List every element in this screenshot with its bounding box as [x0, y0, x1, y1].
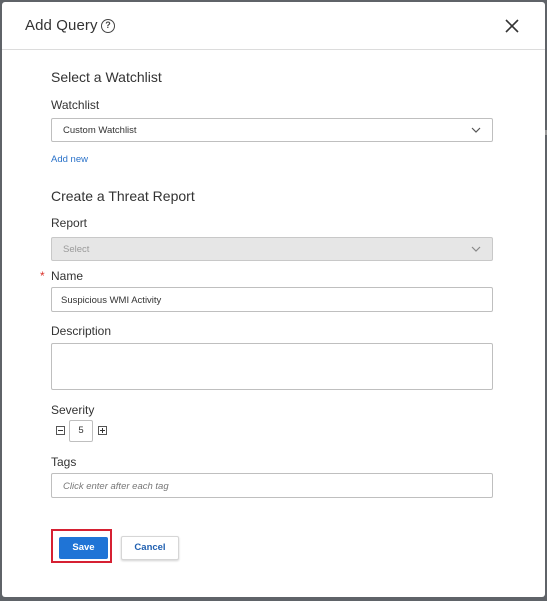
- help-circle-icon[interactable]: ?: [101, 19, 115, 33]
- add-new-watchlist-link[interactable]: Add new: [51, 154, 88, 165]
- watchlist-selected-value: Custom Watchlist: [63, 125, 137, 136]
- add-query-dialog: Add Query ? Select a Watchlist Watchlist…: [2, 2, 547, 597]
- name-label: Name: [51, 269, 84, 283]
- watchlist-select[interactable]: Custom Watchlist: [51, 118, 493, 142]
- threat-report-section-title: Create a Threat Report: [51, 188, 195, 204]
- watchlist-section-title: Select a Watchlist: [51, 69, 162, 85]
- report-select: Select: [51, 237, 493, 261]
- tags-label: Tags: [51, 455, 77, 469]
- name-input[interactable]: Suspicious WMI Activity: [51, 287, 493, 312]
- report-placeholder: Select: [63, 244, 90, 255]
- name-input-value: Suspicious WMI Activity: [61, 295, 162, 306]
- description-label: Description: [51, 324, 112, 338]
- plus-box-icon[interactable]: [98, 426, 107, 435]
- required-marker: *: [40, 269, 45, 283]
- dialog-title: Add Query: [25, 17, 98, 34]
- watchlist-label: Watchlist: [51, 98, 100, 112]
- tags-placeholder: Click enter after each tag: [63, 481, 169, 492]
- minus-box-icon[interactable]: [56, 426, 65, 435]
- tags-input[interactable]: Click enter after each tag: [51, 473, 493, 498]
- severity-label: Severity: [51, 403, 95, 417]
- severity-value[interactable]: 5: [69, 420, 93, 442]
- chevron-down-icon: [471, 127, 481, 133]
- save-button[interactable]: Save: [59, 537, 108, 559]
- chevron-down-icon: [471, 246, 481, 252]
- report-label: Report: [51, 216, 88, 230]
- description-textarea[interactable]: [51, 343, 493, 390]
- dialog-header: Add Query ?: [2, 2, 545, 50]
- cancel-button[interactable]: Cancel: [121, 536, 179, 560]
- close-icon[interactable]: [503, 17, 521, 35]
